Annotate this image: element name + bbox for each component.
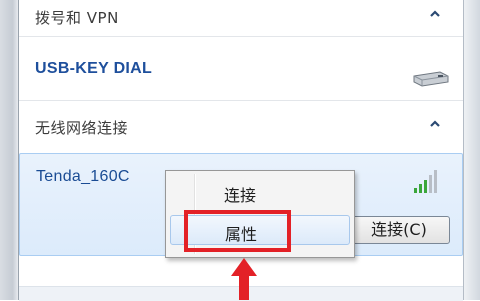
wifi-network-name: Tenda_160C [36, 168, 130, 185]
section-header-wireless[interactable]: 无线网络连接 [19, 110, 463, 144]
chevron-up-icon[interactable] [429, 118, 441, 130]
menu-item-label: 连接 [224, 186, 257, 205]
wifi-signal-icon [414, 170, 437, 193]
chevron-up-icon[interactable] [429, 8, 441, 20]
annotation-arrow-icon [231, 258, 257, 300]
divider [19, 100, 463, 101]
divider [19, 36, 463, 37]
window-frame-right [463, 0, 480, 300]
connection-name-usb: USB-KEY DIAL [35, 60, 153, 77]
section-title-wireless: 无线网络连接 [35, 119, 129, 137]
usb-modem-icon [413, 71, 449, 87]
menu-item-connect[interactable]: 连接 [170, 177, 350, 207]
section-header-dialup[interactable]: 拨号和 VPN [19, 0, 463, 34]
window-frame-left [0, 0, 19, 300]
connection-item-usb[interactable]: USB-KEY DIAL [19, 52, 463, 92]
connect-button[interactable]: 连接(C) [348, 216, 450, 244]
annotation-highlight-box [184, 210, 291, 252]
section-title-dialup: 拨号和 VPN [35, 9, 119, 27]
